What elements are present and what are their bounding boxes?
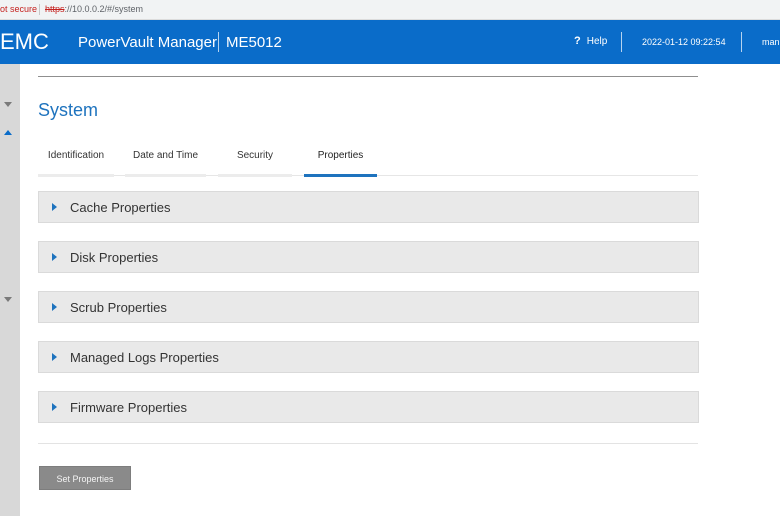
content-divider <box>38 76 698 77</box>
caret-right-icon <box>52 303 57 311</box>
user-menu[interactable]: man <box>762 37 780 47</box>
caret-right-icon <box>52 203 57 211</box>
page-title: System <box>38 100 99 120</box>
tab-underline <box>38 174 114 177</box>
chevron-down-icon[interactable] <box>4 102 12 107</box>
section-label: Firmware Properties <box>70 400 188 415</box>
content-divider <box>38 443 698 444</box>
url-text[interactable]: https://10.0.0.2/#/system <box>45 0 143 19</box>
chevron-down-icon[interactable] <box>4 297 12 302</box>
set-properties-button[interactable]: Set Properties <box>39 466 131 490</box>
help-question-icon: ? <box>574 35 581 47</box>
section-cache-properties[interactable]: Cache Properties <box>38 191 699 223</box>
url-path: ://10.0.0.2/#/system <box>64 4 144 14</box>
tab-underline <box>304 174 377 177</box>
tab-underline <box>218 174 292 177</box>
caret-right-icon <box>52 353 57 361</box>
not-secure-label[interactable]: ot secure <box>0 0 37 19</box>
chevron-up-icon[interactable] <box>4 130 12 135</box>
section-label: Cache Properties <box>70 200 171 215</box>
section-label: Disk Properties <box>70 250 159 265</box>
tab-underline <box>125 174 206 177</box>
tab-bar: Identification Date and Time Security Pr… <box>38 146 698 177</box>
tab-label: Identification <box>47 150 105 161</box>
section-firmware-properties[interactable]: Firmware Properties <box>38 391 699 423</box>
tab-properties[interactable]: Properties <box>304 146 377 177</box>
caret-right-icon <box>52 253 57 261</box>
model-name: ME5012 <box>226 34 282 51</box>
tab-identification[interactable]: Identification <box>38 146 114 177</box>
browser-address-bar[interactable]: ot secure https://10.0.0.2/#/system <box>0 0 780 20</box>
product-name: PowerVault Manager <box>78 34 217 51</box>
section-scrub-properties[interactable]: Scrub Properties <box>38 291 699 323</box>
left-nav-panel <box>0 64 20 516</box>
help-button[interactable]: ? Help <box>574 35 607 47</box>
tab-date-and-time[interactable]: Date and Time <box>125 146 206 177</box>
tab-label: Properties <box>317 150 364 161</box>
system-datetime: 2022-01-12 09:22:54 <box>642 37 726 47</box>
help-label: Help <box>586 35 608 47</box>
tab-security[interactable]: Security <box>218 146 292 177</box>
section-label: Scrub Properties <box>70 300 167 315</box>
tab-label: Date and Time <box>132 150 199 161</box>
section-managed-logs-properties[interactable]: Managed Logs Properties <box>38 341 699 373</box>
brand-logo: EMC <box>0 29 49 54</box>
url-scheme: https <box>45 4 65 14</box>
header-divider <box>218 32 219 52</box>
header-divider <box>621 32 622 52</box>
tab-label: Security <box>236 150 274 161</box>
app-header: EMC PowerVault Manager ME5012 ? Help 202… <box>0 20 780 64</box>
caret-right-icon <box>52 403 57 411</box>
section-disk-properties[interactable]: Disk Properties <box>38 241 699 273</box>
section-label: Managed Logs Properties <box>70 350 219 365</box>
header-divider <box>741 32 742 52</box>
address-divider <box>39 4 40 15</box>
